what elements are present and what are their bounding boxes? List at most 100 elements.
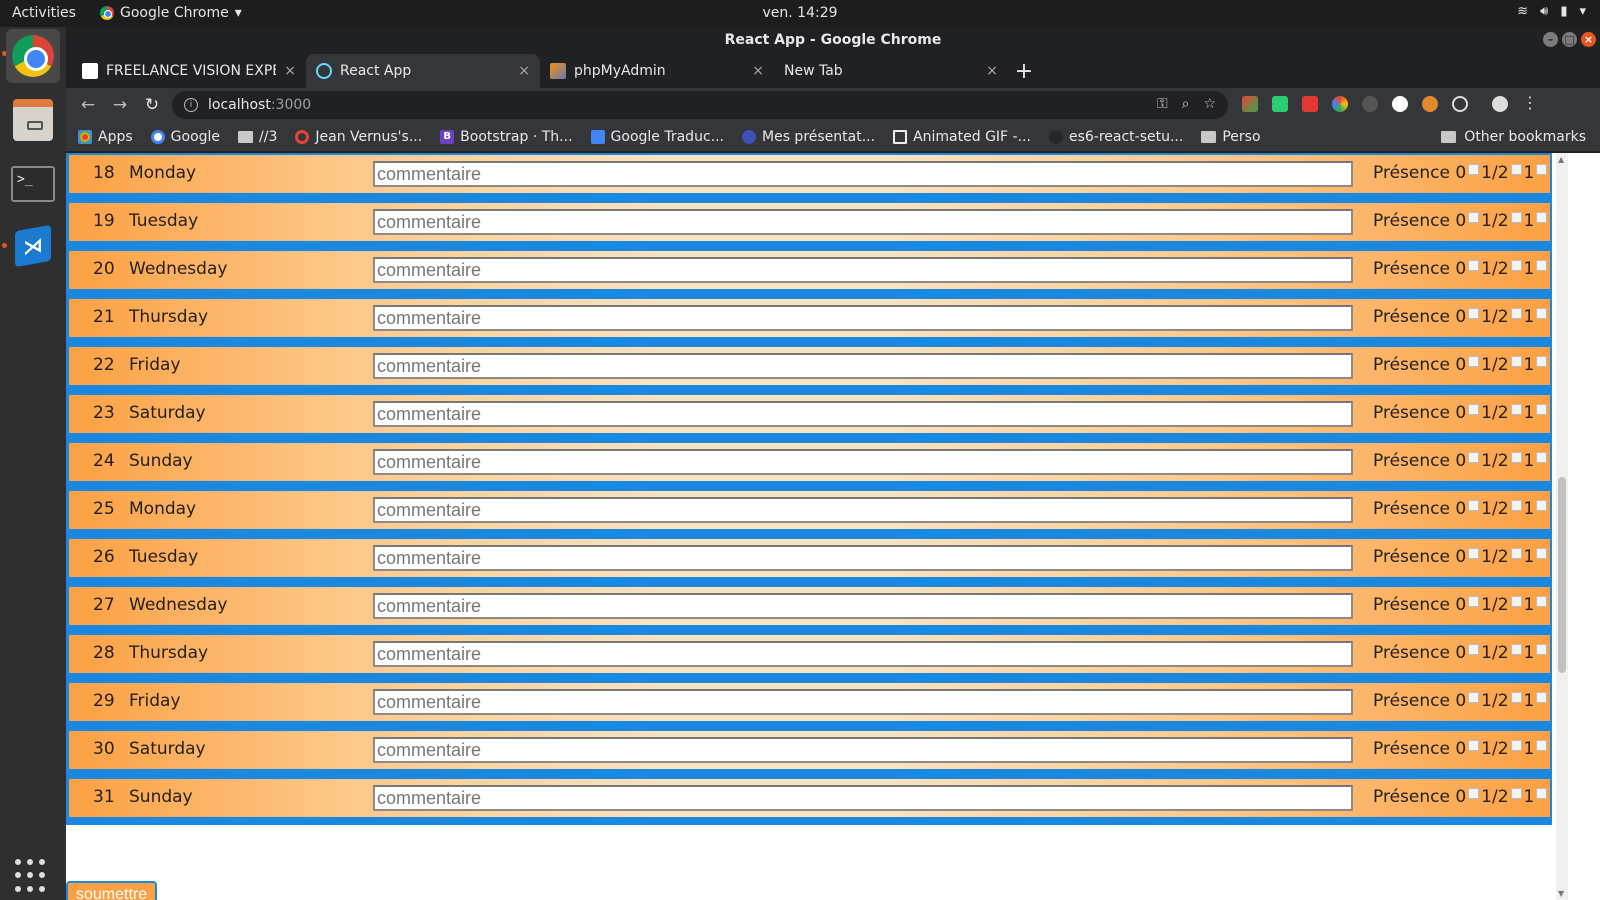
dock-files[interactable] xyxy=(6,93,60,147)
comment-input[interactable] xyxy=(373,257,1353,283)
presence-1-checkbox[interactable] xyxy=(1536,163,1548,175)
scrollbar-thumb[interactable] xyxy=(1558,477,1566,673)
dock-terminal[interactable]: >_ xyxy=(6,157,60,211)
extension-icon[interactable] xyxy=(1362,96,1378,112)
presence-0-checkbox[interactable] xyxy=(1468,691,1480,703)
address-bar[interactable]: i localhost:3000 ⚿ ⌕ ☆ xyxy=(172,91,1228,119)
close-window-button[interactable]: × xyxy=(1581,32,1596,47)
extension-icon[interactable] xyxy=(1452,96,1468,112)
system-tray[interactable]: ≋ 🔊︎ ▮ ▾ xyxy=(1517,4,1586,19)
app-menu[interactable]: Google Chrome ▾ xyxy=(100,5,242,21)
bookmark-presentations[interactable]: Mes présentat... xyxy=(742,129,875,145)
bookmark-jean-vernus[interactable]: Jean Vernus's... xyxy=(295,129,422,145)
bookmark-apps[interactable]: Apps xyxy=(78,129,133,145)
presence-0-checkbox[interactable] xyxy=(1468,307,1480,319)
extension-icon[interactable] xyxy=(1392,96,1408,112)
comment-input[interactable] xyxy=(373,545,1353,571)
presence-1-checkbox[interactable] xyxy=(1536,595,1548,607)
comment-input[interactable] xyxy=(373,449,1353,475)
comment-input[interactable] xyxy=(373,593,1353,619)
presence-half-checkbox[interactable] xyxy=(1510,403,1522,415)
presence-0-checkbox[interactable] xyxy=(1468,259,1480,271)
close-tab-icon[interactable]: × xyxy=(284,63,296,79)
presence-1-checkbox[interactable] xyxy=(1536,787,1548,799)
zoom-icon[interactable]: ⌕ xyxy=(1182,96,1190,112)
presence-1-checkbox[interactable] xyxy=(1536,739,1548,751)
scroll-down-icon[interactable]: ▼ xyxy=(1558,889,1564,898)
bookmark-animated-gif[interactable]: Animated GIF -... xyxy=(893,129,1031,145)
presence-1-checkbox[interactable] xyxy=(1536,499,1548,511)
presence-0-checkbox[interactable] xyxy=(1468,211,1480,223)
presence-1-checkbox[interactable] xyxy=(1536,691,1548,703)
color-picker-icon[interactable] xyxy=(1332,96,1348,112)
forward-arrow-icon[interactable]: → xyxy=(104,95,136,115)
presence-1-checkbox[interactable] xyxy=(1536,547,1548,559)
presence-1-checkbox[interactable] xyxy=(1536,403,1548,415)
close-tab-icon[interactable]: × xyxy=(518,63,530,79)
presence-half-checkbox[interactable] xyxy=(1510,547,1522,559)
presence-0-checkbox[interactable] xyxy=(1468,595,1480,607)
presence-half-checkbox[interactable] xyxy=(1510,739,1522,751)
scroll-up-icon[interactable]: ▲ xyxy=(1558,155,1564,164)
presence-half-checkbox[interactable] xyxy=(1510,595,1522,607)
other-bookmarks[interactable]: Other bookmarks xyxy=(1441,129,1586,145)
presence-half-checkbox[interactable] xyxy=(1510,691,1522,703)
back-arrow-icon[interactable]: ← xyxy=(72,95,104,115)
presence-0-checkbox[interactable] xyxy=(1468,787,1480,799)
star-icon[interactable]: ☆ xyxy=(1203,96,1216,112)
dock-chrome[interactable] xyxy=(6,29,60,83)
comment-input[interactable] xyxy=(373,689,1353,715)
presence-0-checkbox[interactable] xyxy=(1468,451,1480,463)
show-applications-button[interactable] xyxy=(15,859,49,893)
extension-icon[interactable] xyxy=(1422,96,1438,112)
presence-half-checkbox[interactable] xyxy=(1510,259,1522,271)
presence-0-checkbox[interactable] xyxy=(1468,547,1480,559)
bookmark-google-traduction[interactable]: Google Traduc... xyxy=(590,129,724,145)
extension-icon[interactable] xyxy=(1302,96,1318,112)
vertical-scrollbar[interactable]: ▲ ▼ xyxy=(1556,153,1568,900)
presence-1-checkbox[interactable] xyxy=(1536,643,1548,655)
presence-half-checkbox[interactable] xyxy=(1510,355,1522,367)
tab-new-tab[interactable]: New Tab × xyxy=(774,54,1008,88)
info-icon[interactable]: i xyxy=(184,98,198,112)
bookmark-perso[interactable]: Perso xyxy=(1201,129,1261,145)
comment-input[interactable] xyxy=(373,785,1353,811)
kebab-menu-icon[interactable]: ⋮ xyxy=(1522,95,1538,112)
tab-phpmyadmin[interactable]: phpMyAdmin × xyxy=(540,54,774,88)
bookmark-es6-react[interactable]: es6-react-setu... xyxy=(1048,129,1183,145)
presence-half-checkbox[interactable] xyxy=(1510,451,1522,463)
comment-input[interactable] xyxy=(373,161,1353,187)
tab-react-app[interactable]: React App × xyxy=(306,54,540,88)
presence-half-checkbox[interactable] xyxy=(1510,163,1522,175)
extension-icon[interactable] xyxy=(1242,96,1258,112)
comment-input[interactable] xyxy=(373,641,1353,667)
reload-icon[interactable]: ↻ xyxy=(136,95,168,115)
presence-0-checkbox[interactable] xyxy=(1468,163,1480,175)
presence-half-checkbox[interactable] xyxy=(1510,211,1522,223)
close-tab-icon[interactable]: × xyxy=(986,63,998,79)
presence-1-checkbox[interactable] xyxy=(1536,355,1548,367)
profile-avatar-icon[interactable] xyxy=(1492,96,1508,112)
presence-0-checkbox[interactable] xyxy=(1468,403,1480,415)
comment-input[interactable] xyxy=(373,401,1353,427)
key-icon[interactable]: ⚿ xyxy=(1157,96,1168,112)
presence-0-checkbox[interactable] xyxy=(1468,643,1480,655)
presence-0-checkbox[interactable] xyxy=(1468,355,1480,367)
bookmark-bootstrap[interactable]: B Bootstrap · Th... xyxy=(440,129,573,145)
bookmark-google[interactable]: Google xyxy=(150,129,220,145)
dock-vscode[interactable]: ⋊ xyxy=(6,219,60,273)
comment-input[interactable] xyxy=(373,209,1353,235)
presence-half-checkbox[interactable] xyxy=(1510,499,1522,511)
minimize-button[interactable]: – xyxy=(1543,32,1558,47)
presence-1-checkbox[interactable] xyxy=(1536,307,1548,319)
tab-freelance[interactable]: FREELANCE VISION EXPE × xyxy=(72,54,306,88)
comment-input[interactable] xyxy=(373,305,1353,331)
presence-0-checkbox[interactable] xyxy=(1468,499,1480,511)
bookmark-folder-3[interactable]: //3 xyxy=(238,129,277,145)
presence-half-checkbox[interactable] xyxy=(1510,307,1522,319)
submit-button[interactable]: soumettre xyxy=(66,881,158,900)
comment-input[interactable] xyxy=(373,353,1353,379)
presence-half-checkbox[interactable] xyxy=(1510,787,1522,799)
presence-1-checkbox[interactable] xyxy=(1536,259,1548,271)
presence-1-checkbox[interactable] xyxy=(1536,451,1548,463)
